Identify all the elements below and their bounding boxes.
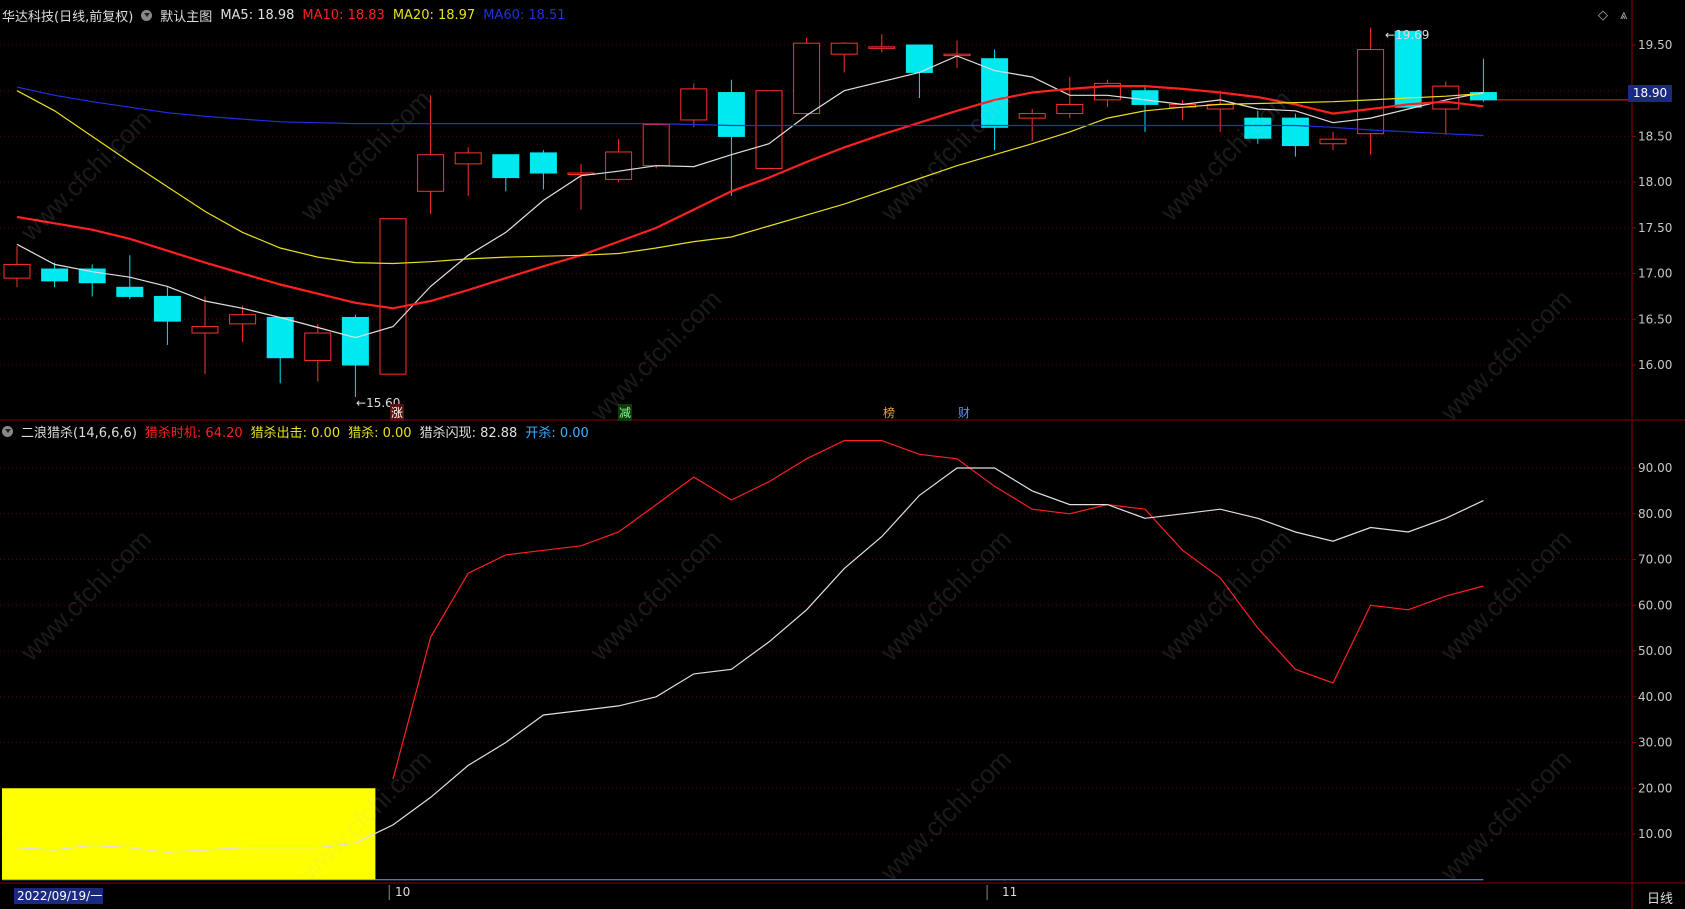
main-chart-header: 华达科技 (日线,前复权) 默认主图 MA5: 18.98 MA10: 18.8…: [2, 6, 574, 25]
timing-label: 猎杀时机: 64.20: [144, 426, 243, 441]
month-label-11: 11: [1002, 885, 1018, 899]
indicator-tick-label: 20.00: [1638, 781, 1672, 795]
candle-body: [266, 316, 294, 359]
candle-body: [153, 295, 181, 322]
candle-body: [1281, 117, 1309, 147]
candle-body: [1357, 49, 1385, 135]
candle-body: [341, 316, 369, 366]
candle-body: [191, 326, 219, 334]
indicator-tick-label: 70.00: [1638, 553, 1672, 567]
candle-body: [417, 154, 445, 192]
indicator-name[interactable]: 二浪猎杀(14,6,6,6): [21, 422, 137, 441]
chart-canvas: 19.5019.0018.5018.0017.5017.0016.5016.00…: [0, 0, 1685, 909]
kill-zone-bar: [2, 788, 376, 880]
ma20-label: MA20: 18.97: [392, 8, 476, 23]
candle-body: [1319, 138, 1347, 145]
candle-body: [981, 58, 1009, 128]
dropdown-icon[interactable]: [2, 426, 13, 437]
candle-body: [642, 124, 670, 167]
price-tick-label: 17.00: [1638, 267, 1672, 281]
price-tick-label: 17.50: [1638, 221, 1672, 235]
candle-body: [868, 46, 896, 49]
dropdown-icon[interactable]: [141, 10, 153, 21]
flash-label: 猎杀闪现: 82.88: [419, 426, 518, 441]
price-tick-label: 18.50: [1638, 129, 1672, 143]
open-label: 开杀: 0.00: [525, 426, 589, 441]
candle-body: [755, 90, 783, 169]
indicator-header: 二浪猎杀(14,6,6,6) 猎杀时机: 64.20 猎杀出击: 0.00 猎杀…: [2, 422, 597, 441]
main-chart-name[interactable]: 默认主图: [160, 6, 212, 25]
price-tick-label: 19.50: [1638, 38, 1672, 52]
double-chevron-icon[interactable]: ⩓: [1620, 8, 1627, 23]
ma60-label: MA60: 18.51: [483, 8, 566, 23]
candle-body: [229, 314, 257, 325]
candle-body: [454, 152, 482, 165]
candle-body: [717, 92, 745, 137]
indicator-tick-label: 60.00: [1638, 598, 1672, 612]
candle-body: [605, 151, 633, 180]
candle-body: [529, 152, 557, 174]
candle-body: [1018, 113, 1046, 119]
price-tick-label: 16.00: [1638, 358, 1672, 372]
indicator-tick-label: 90.00: [1638, 461, 1672, 475]
current-price-badge: 18.90: [1628, 85, 1672, 102]
price-tick-label: 16.50: [1638, 312, 1672, 326]
period-label[interactable]: 日线: [1647, 888, 1673, 907]
high-annotation: ←19.69: [1385, 28, 1430, 42]
candle-body: [1131, 90, 1159, 105]
ma10-label: MA10: 18.83: [302, 8, 385, 23]
indicator-tick-label: 10.00: [1638, 827, 1672, 841]
indicator-line: [392, 440, 1484, 780]
exit-label: 猎杀出击: 0.00: [250, 426, 341, 441]
kill-label: 猎杀: 0.00: [348, 426, 412, 441]
marker-cai[interactable]: 财: [958, 404, 970, 421]
marker-bang[interactable]: 榜: [883, 404, 895, 421]
candle-body: [3, 263, 31, 279]
candle-body: [304, 332, 332, 361]
month-label-10: 10: [395, 885, 411, 899]
candle-body: [1244, 117, 1272, 139]
candle-body: [1394, 30, 1422, 108]
candle-body: [680, 88, 708, 121]
candle-body: [379, 218, 407, 375]
indicator-tick-label: 50.00: [1638, 644, 1672, 658]
marker-zhang[interactable]: 涨: [390, 404, 405, 421]
start-date-label[interactable]: 2022/09/19/一: [14, 888, 103, 904]
candle-body: [41, 268, 69, 282]
period-mode: (日线,前复权): [54, 10, 134, 25]
ma-line-ma20: [16, 90, 1484, 265]
indicator-tick-label: 40.00: [1638, 690, 1672, 704]
candle-body: [78, 268, 106, 284]
candle-body: [1056, 103, 1084, 115]
candle-body: [793, 42, 821, 115]
ma5-label: MA5: 18.98: [220, 8, 295, 23]
candle-body: [492, 154, 520, 179]
stock-name[interactable]: 华达科技: [2, 6, 54, 25]
marker-jian[interactable]: 减: [618, 404, 633, 421]
candle-body: [830, 42, 858, 55]
price-tick-label: 18.00: [1638, 175, 1672, 189]
indicator-tick-label: 30.00: [1638, 736, 1672, 750]
indicator-tick-label: 80.00: [1638, 507, 1672, 521]
diamond-icon[interactable]: ◇: [1598, 8, 1608, 23]
candle-body: [116, 286, 144, 297]
